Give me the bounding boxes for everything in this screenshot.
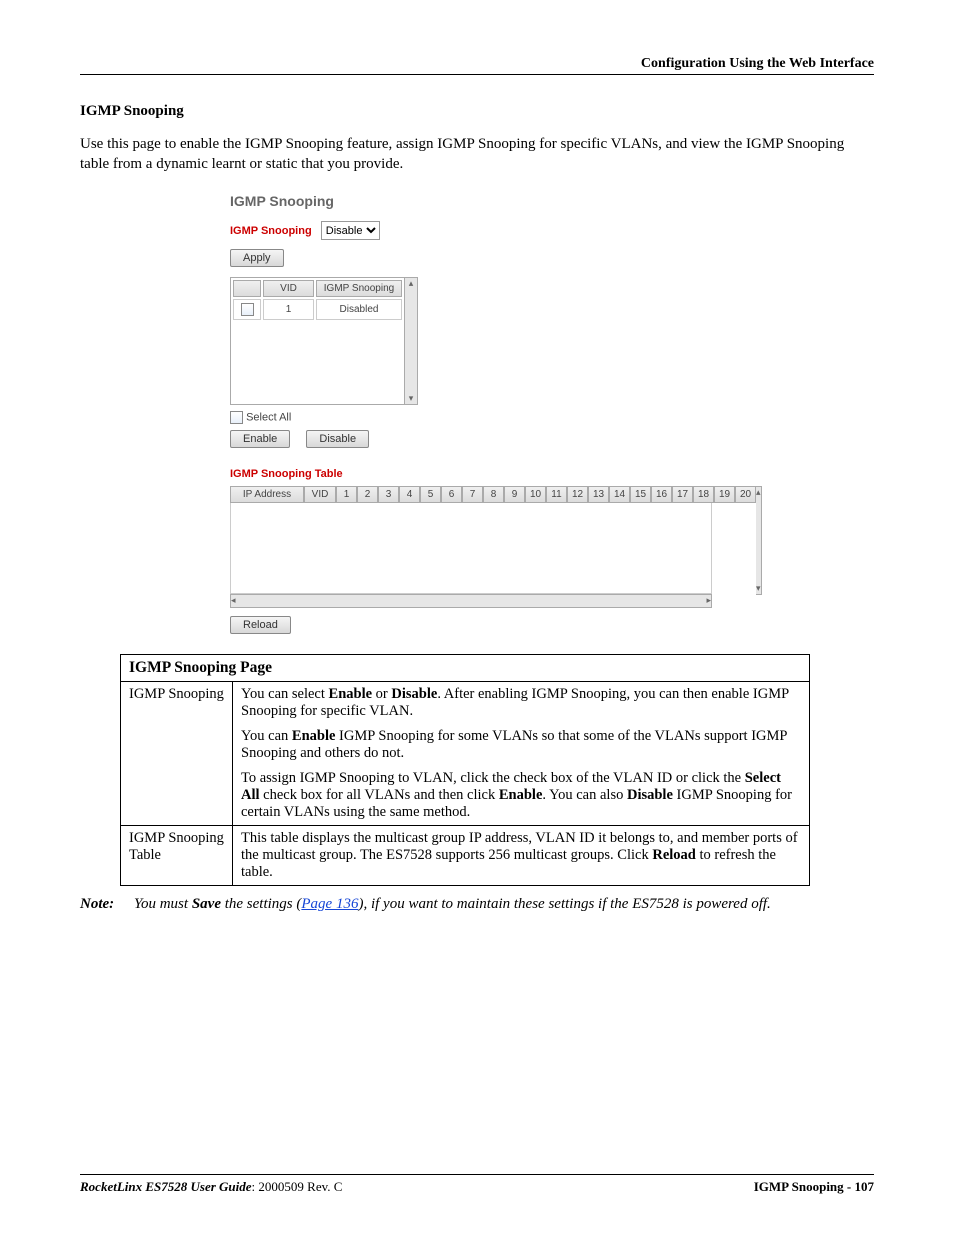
app-title: IGMP Snooping <box>230 193 730 209</box>
horizontal-scrollbar[interactable]: ◂▸ <box>230 594 712 608</box>
port-col: 9 <box>504 486 525 503</box>
chevron-down-icon: ▾ <box>409 393 414 404</box>
intro-paragraph: Use this page to enable the IGMP Snoopin… <box>80 134 874 175</box>
text: You can select <box>241 686 329 702</box>
vid-column-header: VID <box>263 280 314 297</box>
text-bold: Enable <box>499 787 543 803</box>
port-col: 5 <box>420 486 441 503</box>
vid2-column-header: VID <box>304 486 336 503</box>
panel-title-table: IGMP Snooping Table <box>230 468 343 480</box>
page-header-section: Configuration Using the Web Interface <box>80 56 874 72</box>
select-all-checkbox[interactable] <box>230 411 243 424</box>
port-col: 17 <box>672 486 693 503</box>
desc-row1-label: IGMP Snooping <box>121 681 233 825</box>
panel-title-igmp: IGMP Snooping <box>230 225 312 237</box>
port-col: 11 <box>546 486 567 503</box>
footer-page: IGMP Snooping - 107 <box>754 1179 874 1195</box>
port-col: 8 <box>483 486 504 503</box>
table-row: 1 Disabled <box>233 299 402 320</box>
chevron-up-icon: ▴ <box>756 487 761 498</box>
text-bold: Disable <box>391 686 437 702</box>
vertical-scrollbar[interactable]: ▴▾ <box>405 277 418 405</box>
text: You can <box>241 728 292 744</box>
row-state: Disabled <box>316 299 402 320</box>
port-col: 3 <box>378 486 399 503</box>
text: . You can also <box>542 787 627 803</box>
footer-rev: : 2000509 Rev. C <box>252 1179 343 1194</box>
screenshot-block: IGMP Snooping IGMP Snooping Disable Appl… <box>230 193 730 634</box>
chevron-left-icon: ◂ <box>231 595 236 606</box>
text: To assign IGMP Snooping to VLAN, click t… <box>241 770 745 786</box>
enable-button[interactable]: Enable <box>230 430 290 448</box>
desc-row2-label: IGMP Snooping Table <box>121 825 233 885</box>
port-col: 12 <box>567 486 588 503</box>
row-checkbox[interactable] <box>241 303 254 316</box>
footer-product: RocketLinx ES7528 User Guide <box>80 1179 252 1194</box>
reload-button[interactable]: Reload <box>230 616 291 634</box>
desc-title: IGMP Snooping Page <box>121 654 810 681</box>
snooping-table-header: IP Address VID 1 2 3 4 5 6 7 8 9 10 11 1… <box>230 486 756 503</box>
note-body: You must Save the settings (Page 136), i… <box>134 896 874 913</box>
port-col: 19 <box>714 486 735 503</box>
chevron-right-icon: ▸ <box>706 595 711 606</box>
chevron-up-icon: ▴ <box>409 278 414 289</box>
select-all-label: Select All <box>246 411 291 423</box>
note-label: Note: <box>80 896 128 913</box>
row-vid: 1 <box>263 299 314 320</box>
port-col: 16 <box>651 486 672 503</box>
port-col: 15 <box>630 486 651 503</box>
text: or <box>372 686 391 702</box>
port-col: 4 <box>399 486 420 503</box>
port-col: 13 <box>588 486 609 503</box>
port-col: 20 <box>735 486 756 503</box>
disable-button[interactable]: Disable <box>306 430 369 448</box>
port-col: 14 <box>609 486 630 503</box>
section-heading: IGMP Snooping <box>80 103 874 120</box>
apply-button[interactable]: Apply <box>230 249 284 267</box>
chevron-down-icon: ▾ <box>756 583 761 594</box>
page-footer: RocketLinx ES7528 User Guide: 2000509 Re… <box>80 1174 874 1195</box>
igmp-mode-select[interactable]: Disable <box>321 221 380 240</box>
header-rule <box>80 74 874 75</box>
text-bold: Disable <box>627 787 673 803</box>
text-bold: Enable <box>292 728 336 744</box>
text-bold: Enable <box>329 686 373 702</box>
port-col: 1 <box>336 486 357 503</box>
text-bold: Reload <box>652 847 696 863</box>
port-col: 10 <box>525 486 546 503</box>
description-table: IGMP Snooping Page IGMP Snooping You can… <box>120 654 810 886</box>
port-col: 7 <box>462 486 483 503</box>
ip-column-header: IP Address <box>230 486 304 503</box>
vertical-scrollbar-2[interactable]: ▴▾ <box>756 486 762 595</box>
port-col: 6 <box>441 486 462 503</box>
snooping-table-body <box>230 503 712 594</box>
snooping-column-header: IGMP Snooping <box>316 280 402 297</box>
vlan-table: VID IGMP Snooping 1 Disabled <box>230 277 405 405</box>
page-link[interactable]: Page 136 <box>301 896 358 912</box>
port-col: 2 <box>357 486 378 503</box>
text: check box for all VLANs and then click <box>260 787 499 803</box>
port-col: 18 <box>693 486 714 503</box>
